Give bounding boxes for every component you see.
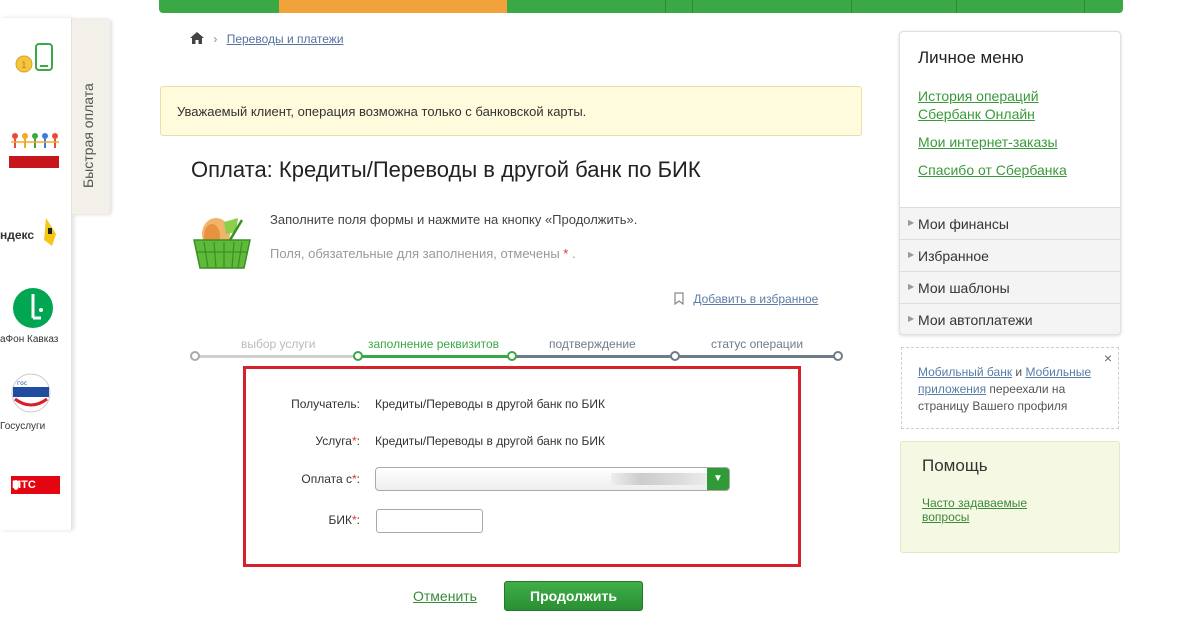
bik-label-text: БИК: [328, 513, 352, 527]
masked-card-number: [611, 473, 711, 485]
megafon-logo: [13, 288, 53, 328]
menu-item-label: Мои автоплатежи: [918, 312, 1033, 328]
quick-pay-item-gosuslugi[interactable]: гос Госуслуги: [0, 373, 72, 432]
quick-pay-item-yandex[interactable]: ндекс: [0, 214, 72, 255]
add-favorite-link[interactable]: Добавить в избранное: [693, 292, 818, 306]
quick-pay-tab-label: Быстрая оплата: [80, 83, 96, 188]
step-dot-3: [507, 351, 517, 361]
required-hint-end: .: [571, 246, 576, 261]
top-navigation: [159, 0, 1123, 13]
mobile-bank-notice: × Мобильный банк и Мобильные приложения …: [901, 347, 1119, 429]
step-dot-5: [833, 351, 843, 361]
recipient-label: Получатель:: [291, 397, 360, 411]
step-label-1: выбор услуги: [241, 337, 316, 351]
notice-text: Мобильный банк и Мобильные приложения пе…: [918, 364, 1108, 415]
gosuslugi-label: Госуслуги: [0, 421, 46, 432]
pay-from-label-text: Оплата с: [301, 472, 352, 486]
service-value: Кредиты/Переводы в другой банк по БИК: [375, 434, 606, 448]
menu-item-autopayments[interactable]: ▶ Мои автоплатежи: [900, 303, 1120, 335]
step-dot-1: [190, 351, 200, 361]
nav-tab-active[interactable]: [279, 0, 507, 13]
colon: :: [356, 472, 360, 486]
menu-item-favorites[interactable]: ▶ Избранное: [900, 239, 1120, 271]
bookmark-icon: [674, 292, 684, 306]
instruction-text: Заполните поля формы и нажмите на кнопку…: [270, 212, 638, 227]
svg-text:1: 1: [21, 61, 27, 71]
quick-pay-item-charity[interactable]: [0, 128, 72, 183]
phone-icon: 1: [15, 43, 53, 73]
notice-and: и: [1012, 365, 1026, 379]
quick-pay-tab[interactable]: Быстрая оплата: [72, 18, 110, 214]
step-dot-2: [353, 351, 363, 361]
cancel-link[interactable]: Отменить: [413, 588, 477, 604]
required-asterisk: *: [563, 246, 569, 261]
pay-from-select[interactable]: ▼: [375, 467, 730, 491]
help-box: Помощь Часто задаваемые вопросы: [900, 441, 1120, 553]
personal-menu-title: Личное меню: [918, 48, 1024, 67]
menu-item-templates[interactable]: ▶ Мои шаблоны: [900, 271, 1120, 303]
quick-pay-panel: 1 ндекс аФон Кавказ гос Госуслуги МТС: [0, 18, 72, 530]
faq-link[interactable]: Часто задаваемые вопросы: [922, 496, 1052, 524]
service-label-text: Услуга: [315, 434, 352, 448]
chevron-right-icon: ▶: [908, 250, 915, 259]
chevron-right-icon: ▶: [908, 314, 915, 323]
mobile-bank-link[interactable]: Мобильный банк: [918, 365, 1012, 379]
pay-from-label: Оплата с*:: [240, 472, 360, 486]
page-title: Оплата: Кредиты/Переводы в другой банк п…: [191, 157, 701, 182]
spasibo-link[interactable]: Спасибо от Сбербанка: [918, 161, 1067, 179]
colon: :: [356, 434, 360, 448]
step-line-done: [195, 355, 358, 358]
nav-separator: [665, 0, 666, 13]
breadcrumb: › Переводы и платежи: [190, 32, 344, 46]
chevron-right-icon: ▶: [908, 218, 915, 227]
step-dot-4: [670, 351, 680, 361]
quick-pay-item-phone[interactable]: 1: [0, 42, 72, 79]
chevron-right-icon: ›: [213, 32, 218, 46]
help-title: Помощь: [922, 456, 988, 475]
quick-pay-item-megafon[interactable]: аФон Кавказ: [0, 288, 72, 345]
recipient-value: Кредиты/Переводы в другой банк по БИК: [375, 397, 606, 411]
history-link[interactable]: История операций Сбербанк Онлайн: [918, 87, 1068, 123]
charity-people-icon: [9, 133, 59, 168]
nav-separator: [851, 0, 852, 13]
yandex-label: ндекс: [0, 228, 35, 242]
breadcrumb-link-transfers[interactable]: Переводы и платежи: [227, 32, 344, 46]
bik-input[interactable]: [376, 509, 483, 533]
step-label-4: статус операции: [711, 337, 804, 351]
home-icon[interactable]: [190, 32, 204, 44]
warning-banner: Уважаемый клиент, операция возможна толь…: [160, 86, 862, 136]
mts-label: МТС: [12, 479, 36, 491]
chevron-down-icon[interactable]: ▼: [707, 468, 729, 490]
nav-separator: [692, 0, 693, 13]
chevron-right-icon: ▶: [908, 282, 915, 291]
basket-icon: [193, 218, 251, 269]
step-line-active: [358, 355, 512, 358]
service-label: Услуга*:: [240, 434, 360, 448]
continue-button[interactable]: Продолжить: [504, 581, 643, 611]
menu-item-label: Мои шаблоны: [918, 280, 1010, 296]
nav-separator: [956, 0, 957, 13]
bik-label: БИК*:: [240, 513, 360, 527]
personal-menu: Личное меню История операций Сбербанк Он…: [899, 31, 1121, 335]
quick-pay-item-mts[interactable]: МТС: [0, 474, 72, 503]
nav-separator: [1084, 0, 1085, 13]
step-label-3: подтверждение: [549, 337, 636, 351]
megafon-label: аФон Кавказ: [0, 334, 59, 345]
personal-menu-links: Личное меню История операций Сбербанк Он…: [900, 32, 1120, 207]
step-label-2: заполнение реквизитов: [368, 337, 500, 351]
add-favorite[interactable]: Добавить в избранное: [674, 292, 818, 306]
gosuslugi-logo: гос: [11, 373, 51, 413]
internet-orders-link[interactable]: Мои интернет-заказы: [918, 133, 1058, 151]
menu-item-label: Мои финансы: [918, 216, 1009, 232]
required-hint: Поля, обязательные для заполнения, отмеч…: [270, 246, 576, 261]
required-hint-text: Поля, обязательные для заполнения, отмеч…: [270, 246, 560, 261]
menu-item-label: Избранное: [918, 248, 989, 264]
svg-text:гос: гос: [17, 380, 27, 387]
colon: :: [356, 513, 360, 527]
menu-item-finances[interactable]: ▶ Мои финансы: [900, 207, 1120, 239]
warning-text: Уважаемый клиент, операция возможна толь…: [177, 104, 587, 119]
